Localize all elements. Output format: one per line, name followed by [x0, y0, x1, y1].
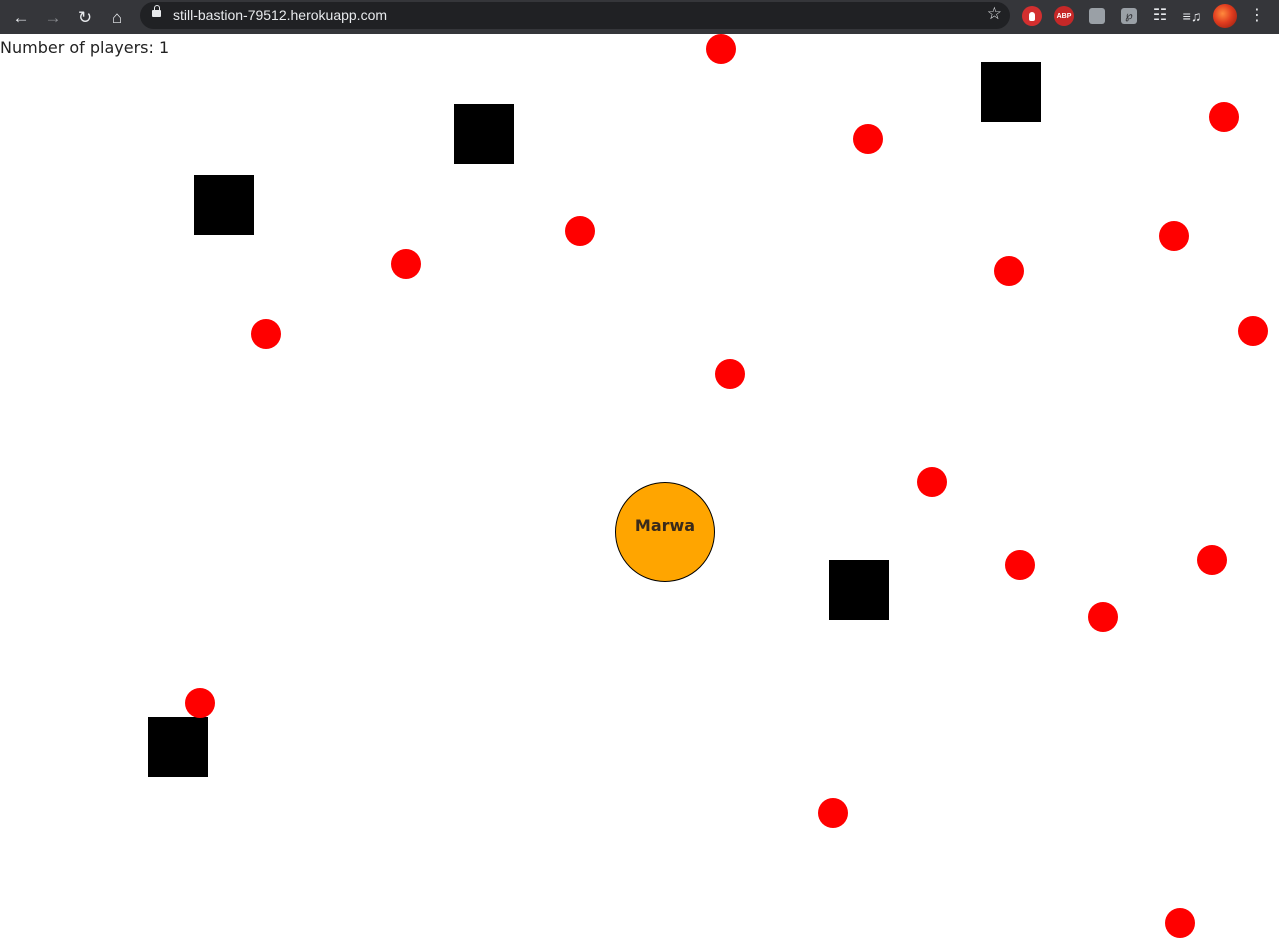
- food-pellet: [185, 688, 215, 718]
- player-name-label: Marwa: [635, 516, 695, 535]
- obstacle-block: [981, 62, 1041, 122]
- food-pellet: [706, 34, 736, 64]
- players-count: Number of players: 1: [0, 38, 170, 57]
- food-pellet: [1088, 602, 1118, 632]
- player-cell[interactable]: Marwa: [615, 482, 715, 582]
- game-canvas[interactable]: Marwa: [0, 0, 1279, 945]
- food-pellet: [917, 467, 947, 497]
- obstacle-block: [148, 717, 208, 777]
- food-pellet: [1209, 102, 1239, 132]
- food-pellet: [715, 359, 745, 389]
- obstacle-block: [194, 175, 254, 235]
- food-pellet: [1197, 545, 1227, 575]
- food-pellet: [1238, 316, 1268, 346]
- food-pellet: [391, 249, 421, 279]
- food-pellet: [1005, 550, 1035, 580]
- food-pellet: [994, 256, 1024, 286]
- food-pellet: [1159, 221, 1189, 251]
- food-pellet: [1165, 908, 1195, 938]
- food-pellet: [251, 319, 281, 349]
- obstacle-block: [829, 560, 889, 620]
- food-pellet: [818, 798, 848, 828]
- obstacle-block: [454, 104, 514, 164]
- food-pellet: [853, 124, 883, 154]
- food-pellet: [565, 216, 595, 246]
